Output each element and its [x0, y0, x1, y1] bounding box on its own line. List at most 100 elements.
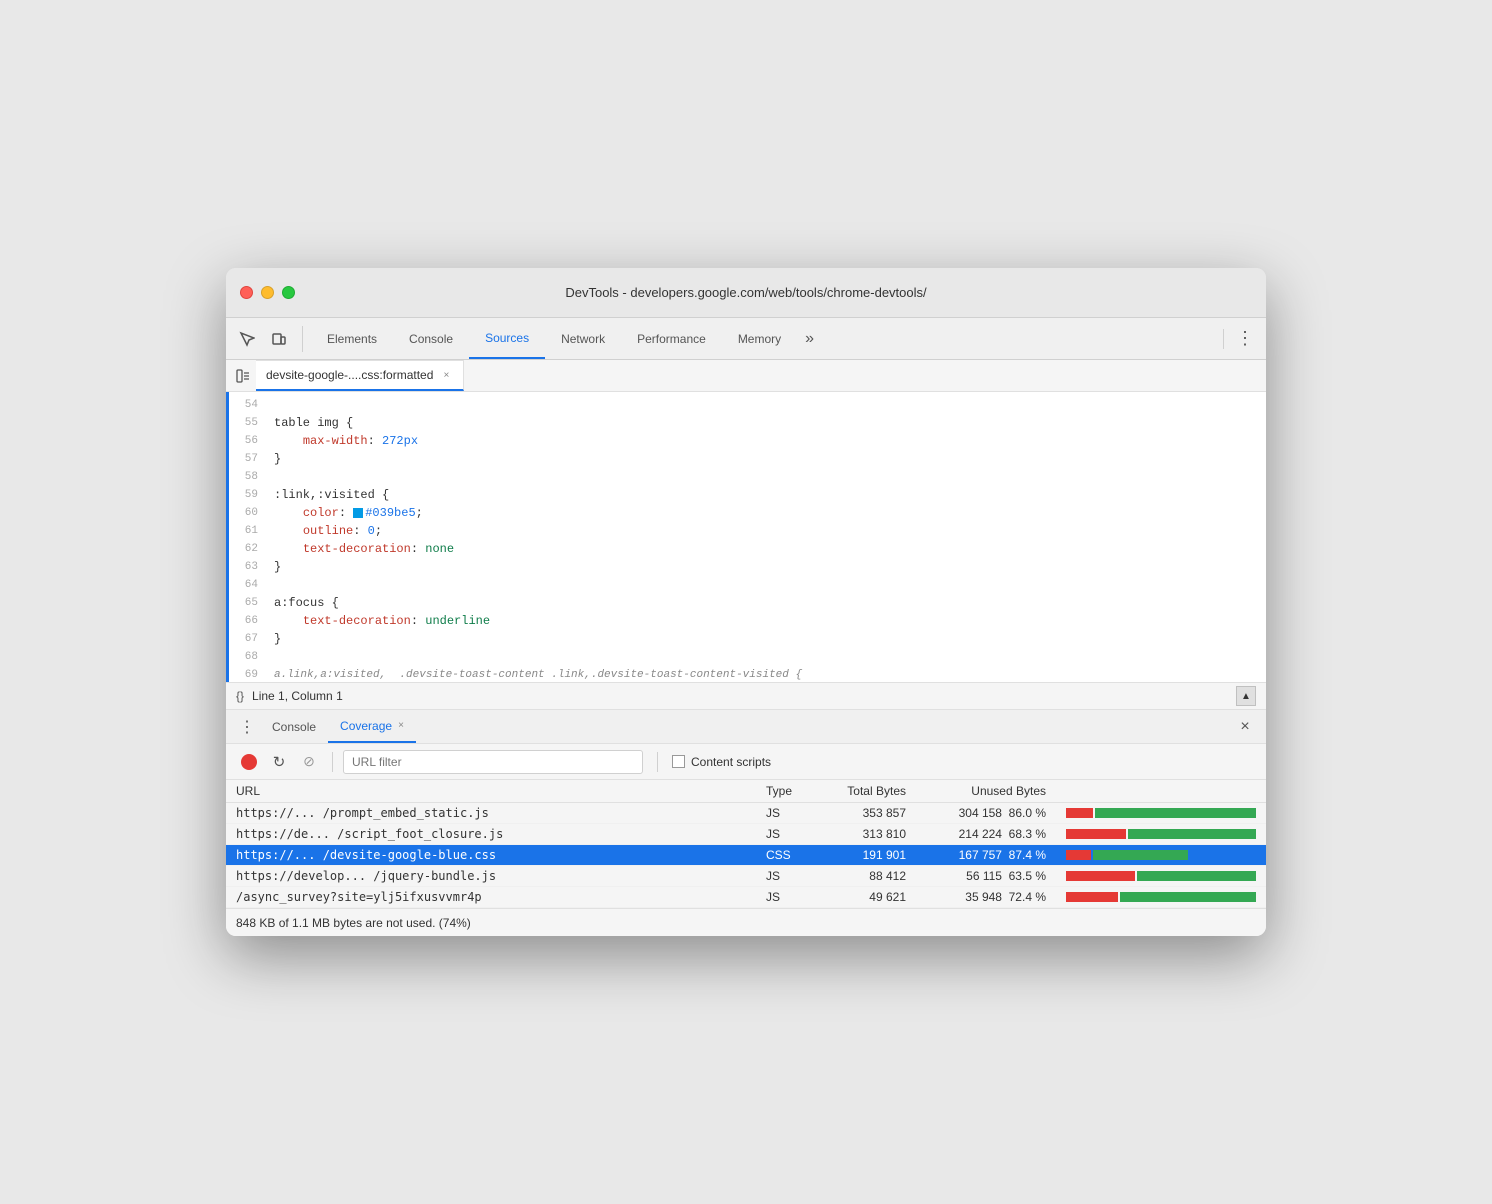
coverage-table-container: URL Type Total Bytes Unused Bytes https:… [226, 780, 1266, 908]
bottom-tabbar: ⋮ Console Coverage × × [226, 710, 1266, 744]
unused-bar [1095, 808, 1256, 818]
maximize-button[interactable] [282, 286, 295, 299]
bottom-panel: ⋮ Console Coverage × × ↻ ⊘ Content scrip… [226, 710, 1266, 936]
table-row[interactable]: /async_survey?site=ylj5ifxusvvmr4p JS 49… [226, 887, 1266, 908]
bottom-tab-coverage[interactable]: Coverage × [328, 710, 416, 743]
code-line-60: color: #039be5; [274, 504, 1258, 522]
cursor-position: Line 1, Column 1 [252, 689, 343, 703]
nav-divider [1223, 329, 1224, 349]
code-line-67: } [274, 630, 1258, 648]
code-editor[interactable]: 54 55 56 57 58 59 60 61 62 63 64 65 66 6… [226, 392, 1266, 682]
code-line-54 [274, 396, 1258, 414]
file-tab-css[interactable]: devsite-google-....css:formatted × [256, 360, 464, 391]
code-line-69: a.link,a:visited, .devsite-toast-content… [274, 666, 1258, 682]
coverage-tab-close[interactable]: × [398, 720, 404, 731]
clear-button[interactable]: ⊘ [296, 749, 322, 775]
nav-right: ⋮ [1215, 326, 1258, 352]
line-numbers: 54 55 56 57 58 59 60 61 62 63 64 65 66 6… [226, 392, 266, 682]
tab-sources[interactable]: Sources [469, 318, 545, 359]
used-bar [1066, 808, 1093, 818]
more-tabs-button[interactable]: » [797, 330, 822, 348]
format-icon[interactable]: {} [236, 689, 244, 703]
code-line-58 [274, 468, 1258, 486]
nav-icons [234, 326, 303, 352]
cell-bar [1056, 887, 1266, 908]
tab-memory[interactable]: Memory [722, 318, 797, 359]
gutter-indicator [226, 392, 229, 682]
coverage-footer: 848 KB of 1.1 MB bytes are not used. (74… [226, 908, 1266, 936]
device-icon[interactable] [266, 326, 292, 352]
coverage-summary: 848 KB of 1.1 MB bytes are not used. (74… [236, 916, 471, 930]
col-header-type[interactable]: Type [756, 780, 816, 803]
status-right: ▲ [1236, 686, 1256, 706]
col-header-url[interactable]: URL [226, 780, 756, 803]
toolbar-divider-2 [657, 752, 658, 772]
cell-total: 49 621 [816, 887, 916, 908]
file-panel-toggle[interactable] [230, 363, 256, 389]
cell-url: https://develop... /jquery-bundle.js [226, 866, 756, 887]
minimize-button[interactable] [261, 286, 274, 299]
table-header-row: URL Type Total Bytes Unused Bytes [226, 780, 1266, 803]
nav-tabs: Elements Console Sources Network Perform… [311, 318, 1215, 359]
bottom-tab-console[interactable]: Console [260, 710, 328, 743]
scroll-to-top-button[interactable]: ▲ [1236, 686, 1256, 706]
file-tab-name: devsite-google-....css:formatted [266, 368, 433, 382]
col-header-bar [1056, 780, 1266, 803]
tab-elements[interactable]: Elements [311, 318, 393, 359]
table-row[interactable]: https://... /devsite-google-blue.css CSS… [226, 845, 1266, 866]
cell-unused: 304 158 86.0 % [916, 803, 1056, 824]
code-line-66: text-decoration: underline [274, 612, 1258, 630]
cell-bar [1056, 803, 1266, 824]
kebab-menu-button[interactable]: ⋮ [1232, 326, 1258, 352]
cell-total: 313 810 [816, 824, 916, 845]
cell-url: https://de... /script_foot_closure.js [226, 824, 756, 845]
color-swatch [353, 508, 363, 518]
coverage-table: URL Type Total Bytes Unused Bytes https:… [226, 780, 1266, 908]
cell-unused: 214 224 68.3 % [916, 824, 1056, 845]
tab-performance[interactable]: Performance [621, 318, 722, 359]
code-line-64 [274, 576, 1258, 594]
close-button[interactable] [240, 286, 253, 299]
col-header-total[interactable]: Total Bytes [816, 780, 916, 803]
cell-total: 353 857 [816, 803, 916, 824]
table-row[interactable]: https://develop... /jquery-bundle.js JS … [226, 866, 1266, 887]
used-bar [1066, 892, 1118, 902]
unused-bar [1128, 829, 1256, 839]
code-line-59: :link,:visited { [274, 486, 1258, 504]
close-panel-button[interactable]: × [1232, 714, 1258, 740]
content-scripts-checkbox-label[interactable]: Content scripts [672, 755, 771, 769]
code-line-57: } [274, 450, 1258, 468]
inspect-icon[interactable] [234, 326, 260, 352]
window-controls [240, 286, 295, 299]
code-content[interactable]: table img { max-width: 272px } :link,:vi… [266, 392, 1266, 682]
table-row[interactable]: https://de... /script_foot_closure.js JS… [226, 824, 1266, 845]
code-line-55: table img { [274, 414, 1258, 432]
used-bar [1066, 871, 1135, 881]
file-tab-close-button[interactable]: × [439, 368, 453, 382]
titlebar: DevTools - developers.google.com/web/too… [226, 268, 1266, 318]
tab-console[interactable]: Console [393, 318, 469, 359]
file-tabbar: devsite-google-....css:formatted × [226, 360, 1266, 392]
code-line-68 [274, 648, 1258, 666]
cell-unused: 35 948 72.4 % [916, 887, 1056, 908]
col-header-unused[interactable]: Unused Bytes [916, 780, 1056, 803]
url-filter-input[interactable] [343, 750, 643, 774]
code-line-61: outline: 0; [274, 522, 1258, 540]
table-row[interactable]: https://... /prompt_embed_static.js JS 3… [226, 803, 1266, 824]
window-title: DevTools - developers.google.com/web/too… [565, 285, 926, 300]
code-line-63: } [274, 558, 1258, 576]
content-scripts-checkbox[interactable] [672, 755, 685, 768]
toolbar-divider-1 [332, 752, 333, 772]
cell-total: 191 901 [816, 845, 916, 866]
tab-network[interactable]: Network [545, 318, 621, 359]
cell-unused: 56 115 63.5 % [916, 866, 1056, 887]
record-button[interactable] [236, 749, 262, 775]
cell-type: JS [756, 866, 816, 887]
bottom-panel-options[interactable]: ⋮ [234, 714, 260, 740]
devtools-window: DevTools - developers.google.com/web/too… [226, 268, 1266, 936]
reload-button[interactable]: ↻ [266, 749, 292, 775]
status-bar: {} Line 1, Column 1 ▲ [226, 682, 1266, 710]
cell-bar [1056, 845, 1266, 866]
cell-url: /async_survey?site=ylj5ifxusvvmr4p [226, 887, 756, 908]
cell-url: https://... /devsite-google-blue.css [226, 845, 756, 866]
